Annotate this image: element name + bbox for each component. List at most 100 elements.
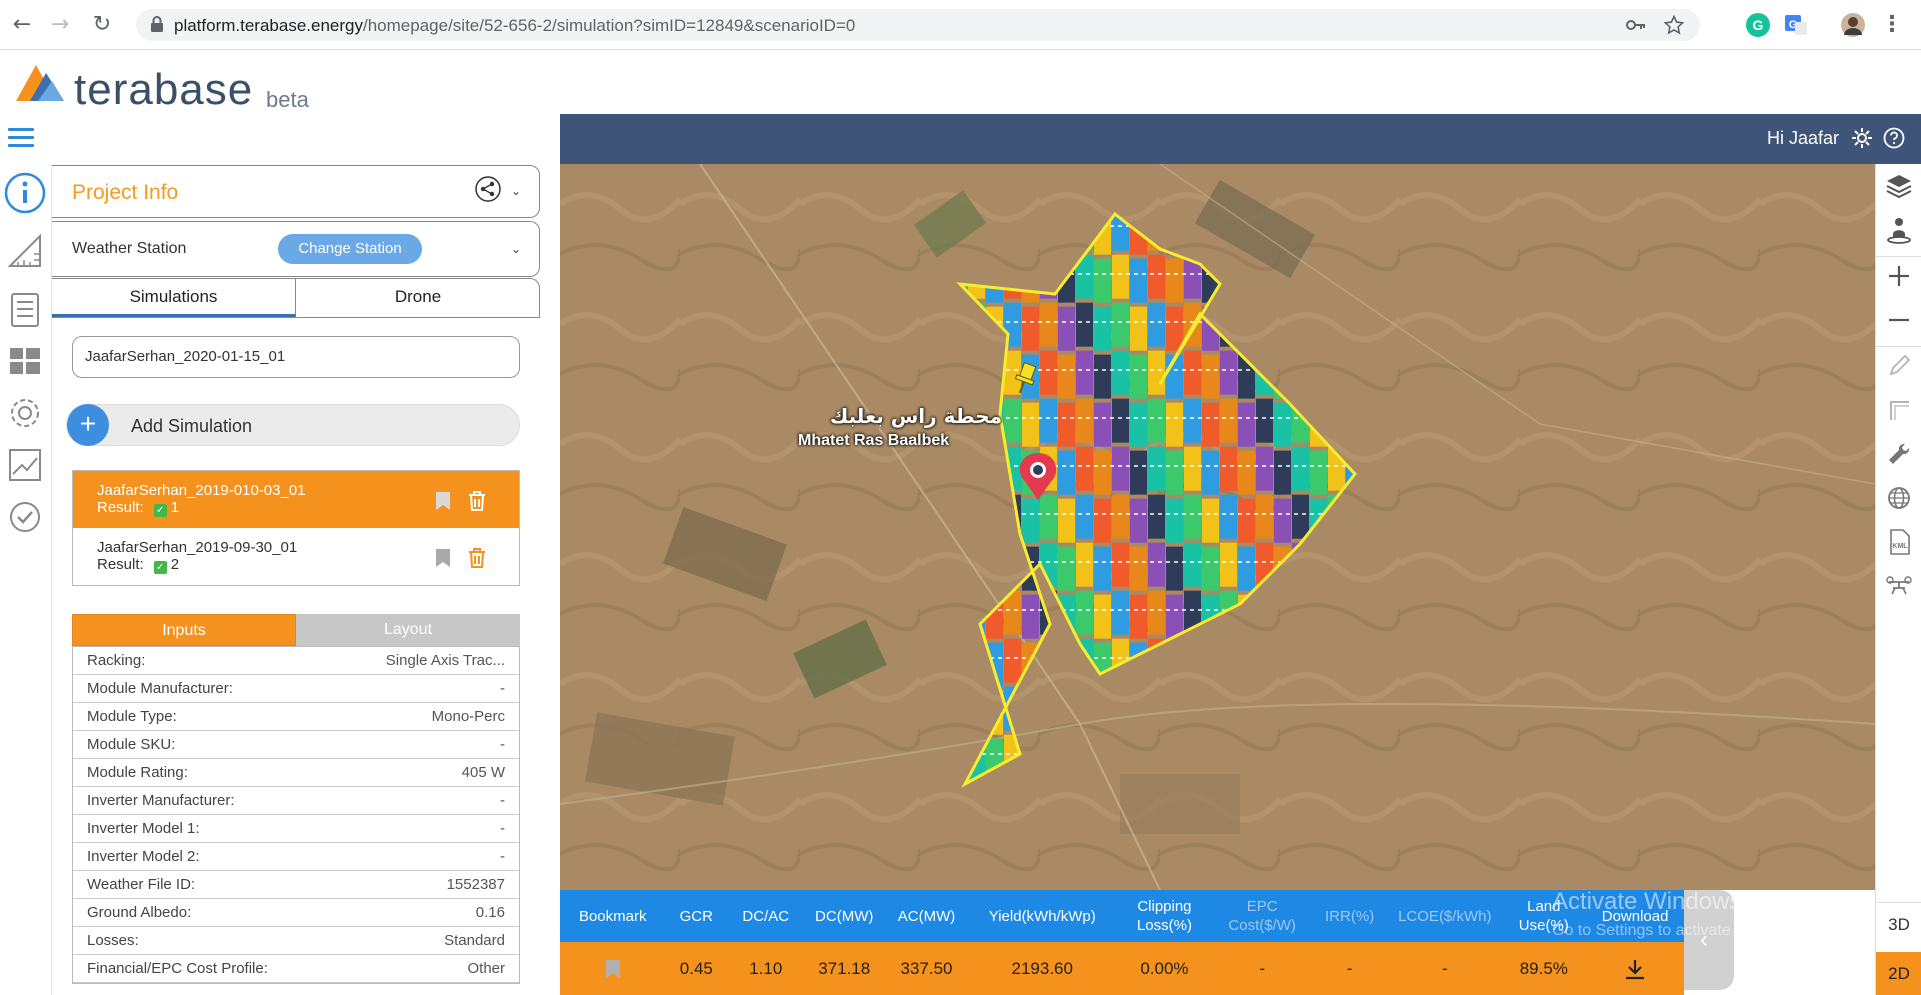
solar-block (1220, 398, 1237, 443)
info-icon[interactable] (4, 172, 46, 214)
solar-block (1166, 450, 1183, 495)
drone-icon[interactable] (1885, 572, 1913, 600)
results-value-cell: 1.10 (749, 958, 783, 978)
solar-block (1166, 306, 1183, 351)
simulation-list: JaafarSerhan_2019-010-03_01 Result: ✓ 1 Ja… (72, 470, 520, 586)
gear-settings-icon[interactable] (4, 392, 46, 434)
help-icon[interactable] (1883, 127, 1905, 149)
input-value: Standard (444, 932, 505, 949)
logo-text: terabase (74, 65, 254, 114)
solar-block (1202, 450, 1219, 495)
street-view-icon[interactable] (1885, 216, 1913, 244)
url-path: /homepage/site/52-656-2/simulation?simID… (363, 16, 856, 35)
weather-station-label: Weather Station (72, 240, 187, 257)
solar-block (1058, 498, 1075, 543)
translate-icon[interactable]: G (1783, 12, 1809, 38)
change-station-button[interactable]: Change Station (278, 234, 422, 264)
input-value: - (500, 848, 505, 865)
address-bar[interactable]: platform.terabase.energy/homepage/site/5… (136, 9, 1700, 41)
bookmark-icon[interactable] (435, 548, 451, 568)
solar-block (1148, 398, 1165, 443)
solar-block (1220, 542, 1237, 587)
simulation-name-input[interactable]: JaafarSerhan_2020-01-15_01 (72, 336, 520, 378)
input-row: Inverter Model 1: - (73, 815, 519, 843)
corner-tool-icon[interactable] (1885, 396, 1913, 424)
zoom-in-icon[interactable] (1885, 262, 1913, 290)
topbar-right: Hi Jaafar (560, 114, 1921, 164)
chevron-down-icon[interactable]: ⌄ (511, 184, 521, 198)
terabase-logo-icon[interactable] (12, 59, 68, 105)
grammarly-icon[interactable]: G (1745, 12, 1771, 38)
results-value-cell: 0.45 (679, 958, 713, 978)
input-row: Weather File ID: 1552387 (73, 871, 519, 899)
input-label: Module Rating: (87, 764, 188, 781)
dashboard-grid-icon[interactable] (4, 340, 46, 382)
simulation-item[interactable]: JaafarSerhan_2019-010-03_01 Result: ✓ 1 (73, 471, 519, 528)
globe-icon[interactable] (1885, 484, 1913, 512)
results-value-cell: 0.00% (1140, 958, 1189, 978)
ruler-triangle-icon[interactable] (4, 230, 46, 272)
solar-block (1058, 354, 1075, 399)
input-value: 1552387 (446, 876, 505, 893)
input-row: Module Rating: 405 W (73, 759, 519, 787)
simulation-item[interactable]: JaafarSerhan_2019-09-30_01 Result: ✓ 2 (73, 528, 519, 585)
forward-icon[interactable]: → (48, 13, 72, 37)
results-data-row[interactable]: 0.45 1.10 371.18 337.50 2193.60 0.00% - - - 89.5% (560, 942, 1684, 995)
top-bar: Hi Jaafar (0, 114, 1921, 164)
satellite-map[interactable]: محطة راس بعلبك Mhatet Ras Baalbek (560, 164, 1875, 890)
wrench-icon[interactable] (1885, 440, 1913, 468)
tab-inputs[interactable]: Inputs (72, 614, 296, 646)
layers-icon[interactable] (1885, 172, 1913, 200)
solar-block (1148, 590, 1165, 635)
solar-block (1202, 546, 1219, 591)
browser-chrome: ← → ↻ platform.terabase.energy/homepage/… (0, 0, 1921, 50)
trash-icon[interactable] (467, 490, 487, 512)
solar-block (1112, 494, 1129, 539)
beta-badge: beta (266, 87, 309, 112)
star-icon[interactable] (1664, 15, 1684, 35)
solar-block (1130, 306, 1147, 351)
chevron-down-icon[interactable]: ⌄ (511, 242, 521, 256)
solar-block (1058, 546, 1075, 591)
solar-block (1076, 350, 1093, 395)
tab-layout[interactable]: Layout (296, 614, 520, 646)
profile-avatar-icon[interactable] (1840, 12, 1866, 38)
hamburger-menu-icon[interactable] (8, 128, 34, 150)
solar-block (1094, 402, 1111, 447)
url-host: platform.terabase.energy (174, 16, 363, 35)
results-value-cell: - (1346, 958, 1353, 978)
chart-trend-icon[interactable] (4, 444, 46, 486)
map-canvas[interactable] (560, 164, 1875, 890)
solar-block (1130, 354, 1147, 399)
menu-dots-icon[interactable]: ⋮ (1880, 13, 1904, 37)
bookmark-icon[interactable] (435, 491, 451, 511)
input-label: Losses: (87, 932, 139, 949)
key-icon[interactable] (1626, 16, 1646, 34)
add-simulation-button[interactable]: + Add Simulation (66, 404, 520, 446)
reload-icon[interactable]: ↻ (90, 13, 114, 37)
kml-file-icon[interactable]: KML (1885, 528, 1913, 556)
view-2d-button[interactable]: 2D (1876, 952, 1921, 995)
trash-icon[interactable] (467, 547, 487, 569)
solar-block (1022, 402, 1039, 447)
input-value: Mono-Perc (431, 708, 505, 725)
solar-block (1094, 450, 1111, 495)
project-info-header[interactable]: Project Info ⌄ (52, 165, 540, 218)
solar-block (1148, 494, 1165, 539)
solar-block (1148, 302, 1165, 347)
pencil-icon[interactable] (1885, 352, 1913, 380)
view-3d-button[interactable]: 3D (1876, 904, 1921, 946)
checkmark-circle-icon[interactable] (4, 496, 46, 538)
back-icon[interactable]: ← (10, 13, 34, 37)
results-value-cell: 2193.60 (1011, 958, 1073, 978)
download-icon[interactable] (1586, 942, 1684, 995)
tab-drone[interactable]: Drone (296, 279, 540, 317)
bookmark-icon[interactable] (560, 942, 665, 995)
share-icon[interactable] (475, 176, 501, 202)
clipboard-list-icon[interactable] (4, 288, 46, 330)
tab-simulations[interactable]: Simulations (52, 279, 296, 317)
user-greeting: Hi Jaafar (1766, 128, 1839, 148)
check-icon: ✓ (153, 561, 167, 574)
zoom-out-icon[interactable] (1885, 306, 1913, 334)
settings-gear-icon[interactable] (1851, 127, 1873, 149)
